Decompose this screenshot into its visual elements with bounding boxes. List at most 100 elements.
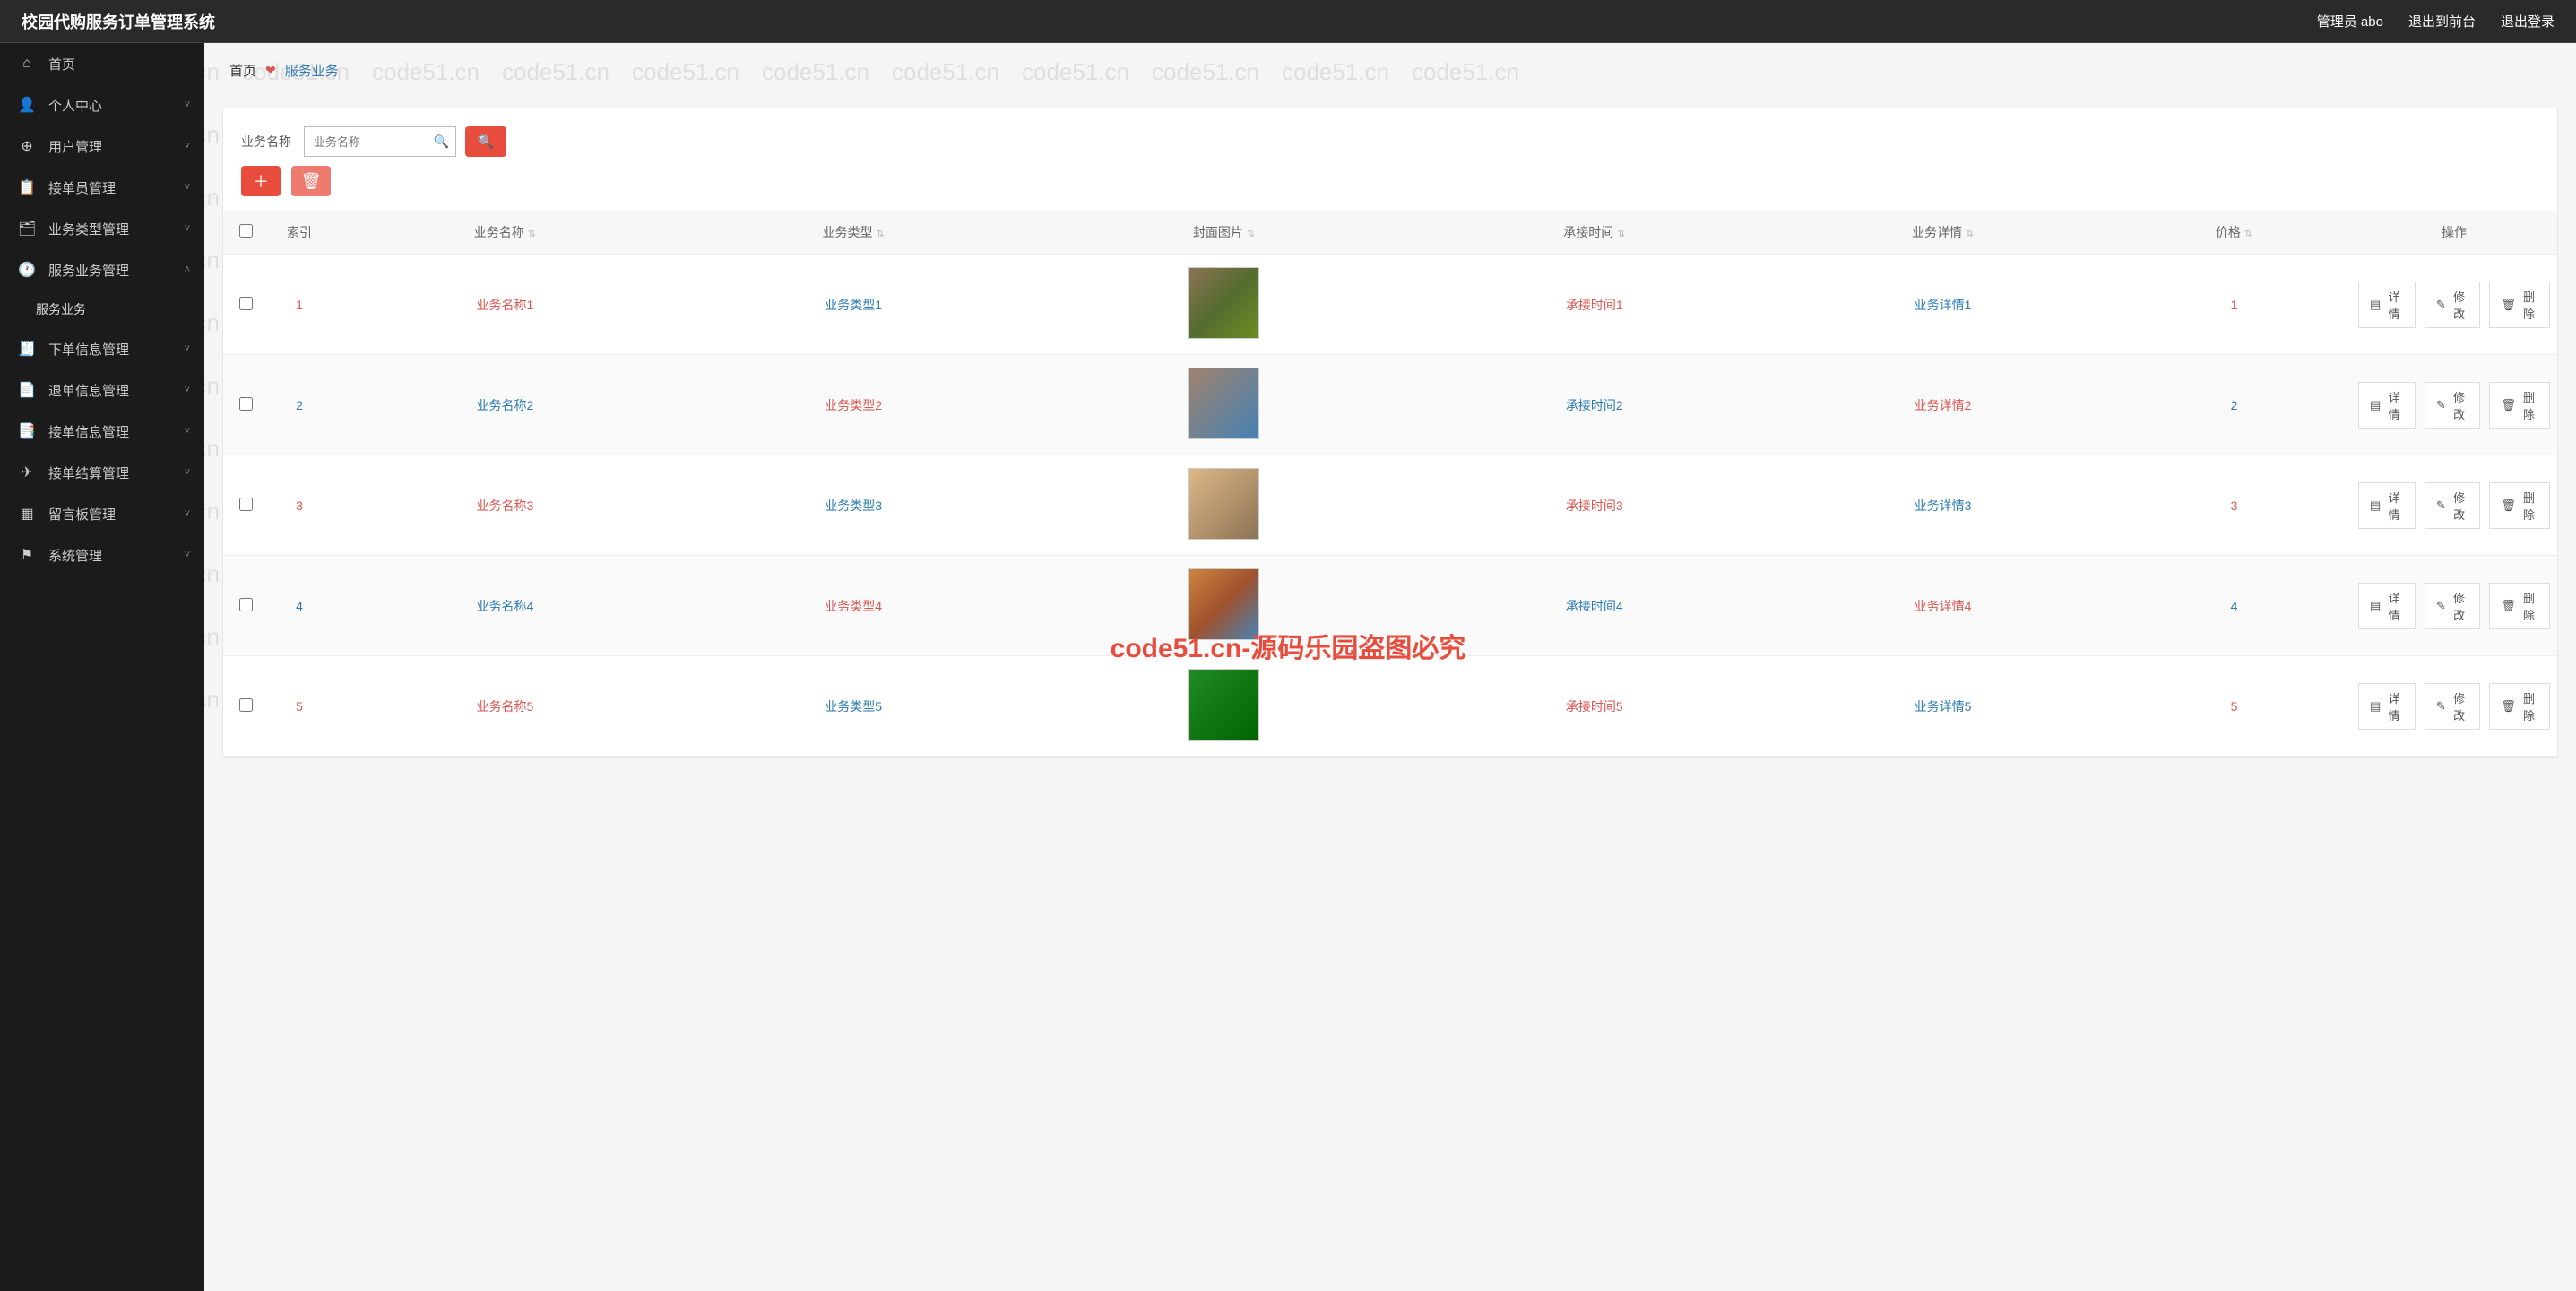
cell-name: 业务名称1 [331, 255, 679, 355]
table-body: 1业务名称1业务类型1承接时间1业务详情11▤ 详情✎ 修改🗑 删除2业务名称2… [223, 255, 2557, 757]
sidebar-item-7[interactable]: 📑接单信息管理˅ [0, 411, 204, 452]
delete-button[interactable]: 🗑 删除 [2489, 482, 2550, 529]
logout-link[interactable]: 退出登录 [2501, 12, 2554, 30]
detail-button[interactable]: ▤ 详情 [2358, 683, 2416, 730]
refund-icon: 📄 [18, 381, 36, 399]
doc-icon: ▤ [2370, 498, 2381, 513]
sort-icon[interactable]: ⇅ [877, 229, 885, 239]
chevron-down-icon: ˅ [185, 385, 190, 395]
flag-icon: ⚑ [18, 546, 36, 564]
select-all-checkbox[interactable] [239, 224, 253, 238]
target-icon: ⊕ [18, 137, 36, 155]
col-type[interactable]: 业务类型 [823, 225, 873, 239]
col-price[interactable]: 价格 [2216, 225, 2241, 239]
row-checkbox[interactable] [239, 598, 253, 611]
cell-cover [1028, 556, 1421, 656]
detail-button[interactable]: ▤ 详情 [2358, 282, 2416, 328]
table-header: 索引 业务名称⇅ 业务类型⇅ 封面图片⇅ 承接时间⇅ 业务详情⇅ 价格⇅ 操作 [223, 211, 2557, 255]
sidebar-item-6[interactable]: 📄退单信息管理˅ [0, 369, 204, 411]
detail-button[interactable]: ▤ 详情 [2358, 583, 2416, 629]
chevron-down-icon: ˅ [185, 141, 190, 152]
sidebar-item-label: 接单结算管理 [48, 464, 129, 482]
breadcrumb-home[interactable]: 首页 [229, 61, 256, 80]
sidebar-item-1[interactable]: ⊕用户管理˅ [0, 126, 204, 167]
sidebar-item-home[interactable]: ⌂ 首页 [0, 43, 204, 84]
trash-icon: 🗑 [2501, 398, 2516, 412]
delete-bulk-button[interactable]: 🗑 [291, 166, 331, 196]
sidebar-item-0[interactable]: 👤个人中心˅ [0, 84, 204, 126]
search-button[interactable]: 🔍 [465, 126, 506, 157]
cell-index: 1 [268, 255, 331, 355]
cell-price: 5 [2117, 656, 2351, 757]
row-checkbox[interactable] [239, 297, 253, 310]
data-table: 索引 业务名称⇅ 业务类型⇅ 封面图片⇅ 承接时间⇅ 业务详情⇅ 价格⇅ 操作 … [223, 211, 2557, 757]
add-button[interactable]: ＋ [241, 166, 281, 196]
edit-button[interactable]: ✎ 修改 [2425, 282, 2481, 328]
cell-time: 承接时间5 [1420, 656, 1768, 757]
sort-icon[interactable]: ⇅ [2244, 229, 2252, 239]
edit-button[interactable]: ✎ 修改 [2425, 683, 2481, 730]
row-checkbox[interactable] [239, 498, 253, 511]
delete-button[interactable]: 🗑 删除 [2489, 683, 2550, 730]
sort-icon[interactable]: ⇅ [1966, 229, 1974, 239]
sidebar: ⌂ 首页 👤个人中心˅⊕用户管理˅📋接单员管理˅🗂业务类型管理˅🕐服务业务管理˄… [0, 43, 204, 1291]
breadcrumb: 首页 ❤ 服务业务 [204, 43, 2576, 91]
user-icon: 👤 [18, 96, 36, 114]
cell-detail: 业务详情5 [1768, 656, 2117, 757]
sort-icon[interactable]: ⇅ [1247, 229, 1255, 239]
trash-icon: 🗑 [2501, 699, 2516, 714]
cell-price: 4 [2117, 556, 2351, 656]
plus-icon: ＋ [253, 169, 269, 193]
col-name[interactable]: 业务名称 [474, 225, 524, 239]
doc-icon: ▤ [2370, 398, 2381, 412]
cell-time: 承接时间3 [1420, 455, 1768, 556]
search-input[interactable] [304, 126, 456, 157]
exit-front-link[interactable]: 退出到前台 [2408, 12, 2476, 30]
top-header: 校园代购服务订单管理系统 管理员 abo 退出到前台 退出登录 [0, 0, 2576, 43]
chevron-down-icon: ˅ [185, 508, 190, 519]
cell-ops: ▤ 详情✎ 修改🗑 删除 [2351, 556, 2557, 656]
col-accept-time[interactable]: 承接时间 [1563, 225, 1613, 239]
col-detail[interactable]: 业务详情 [1912, 225, 1962, 239]
sidebar-subitem[interactable]: 服务业务 [0, 290, 204, 328]
chevron-down-icon: ˅ [185, 100, 190, 110]
edit-button[interactable]: ✎ 修改 [2425, 583, 2481, 629]
cover-thumbnail[interactable] [1188, 669, 1259, 741]
cell-name: 业务名称3 [331, 455, 679, 556]
row-checkbox[interactable] [239, 397, 253, 411]
sidebar-item-3[interactable]: 🗂业务类型管理˅ [0, 208, 204, 249]
cover-thumbnail[interactable] [1188, 368, 1259, 439]
delete-button[interactable]: 🗑 删除 [2489, 382, 2550, 429]
sidebar-item-9[interactable]: ▦留言板管理˅ [0, 493, 204, 534]
delete-button[interactable]: 🗑 删除 [2489, 282, 2550, 328]
col-cover[interactable]: 封面图片 [1193, 225, 1243, 239]
sidebar-item-5[interactable]: 🧾下单信息管理˅ [0, 328, 204, 369]
row-checkbox[interactable] [239, 698, 253, 712]
edit-button[interactable]: ✎ 修改 [2425, 482, 2481, 529]
breadcrumb-current[interactable]: 服务业务 [285, 61, 339, 80]
admin-label[interactable]: 管理员 abo [2317, 12, 2383, 30]
sidebar-item-2[interactable]: 📋接单员管理˅ [0, 167, 204, 208]
edit-button[interactable]: ✎ 修改 [2425, 382, 2481, 429]
cell-cover [1028, 455, 1421, 556]
cover-thumbnail[interactable] [1188, 267, 1259, 339]
cell-type: 业务类型3 [679, 455, 1028, 556]
cell-ops: ▤ 详情✎ 修改🗑 删除 [2351, 255, 2557, 355]
cell-name: 业务名称5 [331, 656, 679, 757]
delete-button[interactable]: 🗑 删除 [2489, 583, 2550, 629]
sidebar-item-10[interactable]: ⚑系统管理˅ [0, 534, 204, 576]
sidebar-item-4[interactable]: 🕐服务业务管理˄ [0, 249, 204, 290]
cell-detail: 业务详情2 [1768, 355, 2117, 455]
sort-icon[interactable]: ⇅ [1617, 229, 1625, 239]
col-index[interactable]: 索引 [287, 225, 312, 239]
sidebar-item-8[interactable]: ✈接单结算管理˅ [0, 452, 204, 493]
table-row: 3业务名称3业务类型3承接时间3业务详情33▤ 详情✎ 修改🗑 删除 [223, 455, 2557, 556]
sidebar-item-label: 接单信息管理 [48, 422, 129, 441]
cell-ops: ▤ 详情✎ 修改🗑 删除 [2351, 656, 2557, 757]
sort-icon[interactable]: ⇅ [528, 229, 536, 239]
cell-ops: ▤ 详情✎ 修改🗑 删除 [2351, 355, 2557, 455]
cover-thumbnail[interactable] [1188, 568, 1259, 640]
cover-thumbnail[interactable] [1188, 468, 1259, 540]
detail-button[interactable]: ▤ 详情 [2358, 482, 2416, 529]
detail-button[interactable]: ▤ 详情 [2358, 382, 2416, 429]
